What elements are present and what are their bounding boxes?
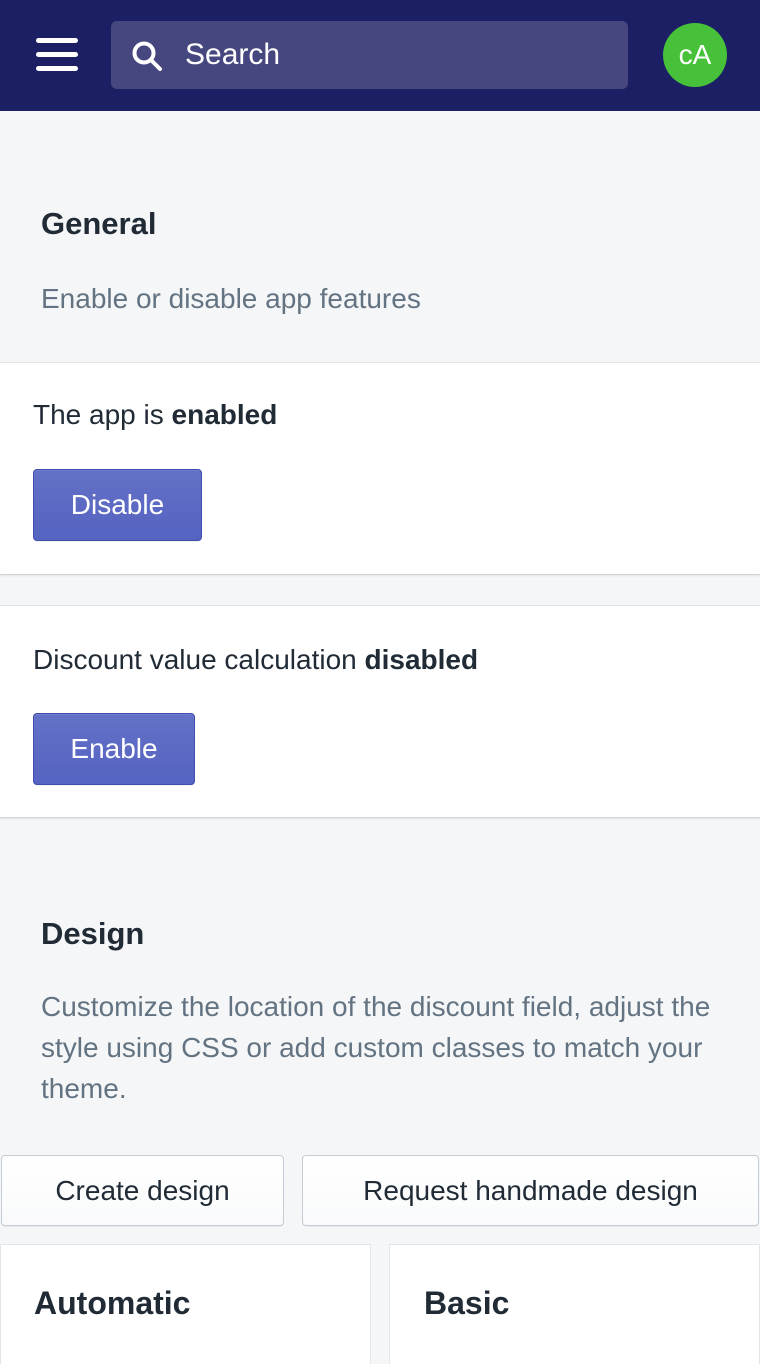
discount-calculation-text: Discount value calculation disabled (33, 644, 478, 676)
design-card-title: Basic (424, 1285, 510, 1321)
design-card-automatic[interactable]: Automatic (0, 1244, 371, 1364)
search-icon (132, 41, 162, 71)
request-handmade-design-button[interactable]: Request handmade design (302, 1155, 759, 1226)
general-title: General (41, 206, 157, 241)
menu-line (36, 38, 78, 43)
design-title: Design (41, 916, 145, 951)
general-section-header: General Enable or disable app features (41, 206, 421, 319)
avatar[interactable]: cA (663, 23, 727, 87)
app-status-prefix: The app is (33, 399, 172, 430)
menu-line (36, 52, 78, 57)
menu-line (36, 66, 78, 71)
design-card-title: Automatic (34, 1285, 191, 1321)
general-description: Enable or disable app features (41, 283, 421, 314)
discount-calculation-prefix: Discount value calculation (33, 644, 365, 675)
discount-calculation-value: disabled (364, 644, 479, 675)
discount-calculation-card: Discount value calculation disabled Enab… (0, 605, 760, 817)
search-input[interactable] (185, 21, 605, 89)
disable-app-button[interactable]: Disable (33, 469, 202, 541)
app-status-value: enabled (171, 399, 278, 430)
hamburger-menu-icon[interactable] (36, 38, 78, 72)
search-bar[interactable] (111, 21, 628, 89)
design-description: Customize the location of the discount f… (41, 991, 711, 1104)
app-status-text: The app is enabled (33, 399, 277, 431)
top-bar: cA (0, 0, 760, 111)
design-card-basic[interactable]: Basic (389, 1244, 760, 1364)
app-status-card: The app is enabled Disable (0, 362, 760, 574)
design-section-header: Design Customize the location of the dis… (41, 916, 721, 1109)
enable-discount-calculation-button[interactable]: Enable (33, 713, 195, 785)
create-design-button[interactable]: Create design (1, 1155, 284, 1226)
